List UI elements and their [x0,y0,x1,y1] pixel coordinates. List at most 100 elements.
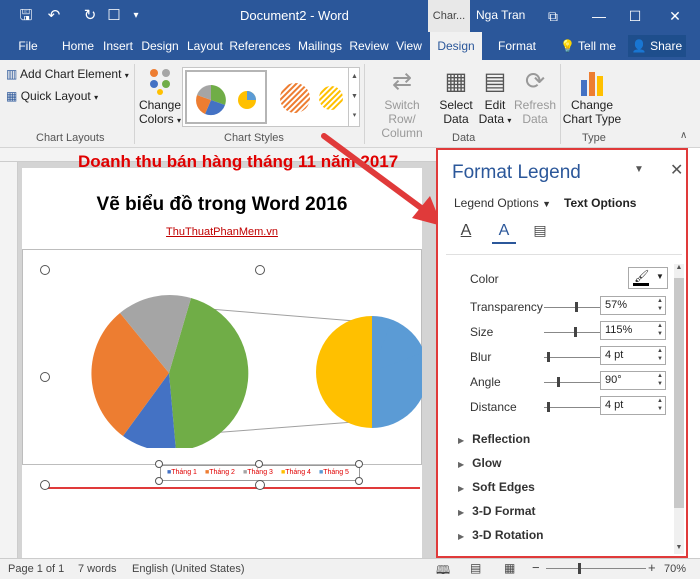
blur-slider[interactable] [544,357,600,358]
collapse-ribbon-icon[interactable]: ∧ [680,130,687,141]
transparency-slider[interactable] [544,307,600,308]
scroll-down-icon[interactable]: ▼ [674,544,684,554]
spin-arrows-icon[interactable]: ▲ ▼ [657,322,663,338]
reflection-section[interactable]: ▶ Reflection [458,432,530,446]
size-slider[interactable] [544,332,600,333]
spin-arrows-icon[interactable]: ▲ ▼ [657,372,663,388]
angle-slider[interactable] [544,382,600,383]
page-count[interactable]: Page 1 of 1 [8,563,64,575]
glow-section[interactable]: ▶ Glow [458,456,502,470]
resize-handle[interactable] [40,265,50,275]
tab-home[interactable]: Home [58,32,98,60]
language-indicator[interactable]: English (United States) [132,563,245,575]
document-link[interactable]: ThuThuatPhanMem.vn [22,226,422,238]
gallery-down-icon[interactable]: ▼ [349,87,360,107]
spin-arrows-icon[interactable]: ▲ ▼ [657,397,663,413]
change-chart-type-button[interactable]: Change Chart Type [562,66,622,126]
legend-handle[interactable] [155,477,163,485]
legend-handle[interactable] [155,460,163,468]
customize-toolbar-icon[interactable]: ▾ [126,6,146,26]
tab-design[interactable]: Design [139,32,181,60]
transparency-spinbox[interactable]: 57% ▲ ▼ [600,296,666,315]
minimize-icon[interactable]: — [584,5,614,27]
pane-scroll-thumb[interactable] [674,278,684,508]
zoom-level[interactable]: 70% [664,563,686,575]
size-spinbox[interactable]: 115% ▲ ▼ [600,321,666,340]
pie-slice[interactable] [316,316,372,428]
save-icon[interactable]: 🖫 [16,6,36,26]
scroll-up-icon[interactable]: ▲ [674,264,684,274]
tab-chart-format[interactable]: Format [490,32,544,60]
legend-entry-1[interactable]: ■Tháng 1 [167,469,197,476]
tab-mailings[interactable]: Mailings [294,32,346,60]
resize-handle[interactable] [255,480,265,490]
edit-data-button[interactable]: ▤ Edit Data ▾ [478,66,512,128]
textbox-icon[interactable]: ▤ [528,222,552,244]
change-colors-button[interactable]: Change Colors ▾ [138,66,182,128]
document-heading[interactable]: Vẽ biểu đồ trong Word 2016 [22,194,422,216]
legend-handle[interactable] [355,460,363,468]
legend-options-tab[interactable]: Legend Options ▼ [454,196,551,210]
add-chart-element-button[interactable]: ▥ Add Chart Element ▾ [6,67,129,83]
legend-entry-5[interactable]: ■Tháng 5 [319,469,349,476]
tab-view[interactable]: View [393,32,425,60]
vertical-ruler[interactable] [0,162,18,558]
user-name[interactable]: Nga Tran [476,8,525,22]
new-doc-icon[interactable]: ☐ [104,6,124,26]
ribbon-display-icon[interactable]: ⧉ [538,5,568,27]
quick-layout-button[interactable]: ▦ Quick Layout ▾ [6,89,98,105]
select-data-button[interactable]: ▦ Select Data [438,66,474,126]
legend-entry-2[interactable]: ■Tháng 2 [205,469,235,476]
pie-of-pie-chart[interactable] [22,288,422,448]
word-count[interactable]: 7 words [78,563,117,575]
redo-icon[interactable]: ↻ [80,6,100,26]
gallery-up-icon[interactable]: ▲ [349,67,360,87]
tab-file[interactable]: File [12,32,44,60]
zoom-slider[interactable] [546,568,646,569]
3d-rotation-section[interactable]: ▶ 3-D Rotation [458,528,543,542]
distance-slider-thumb[interactable] [547,402,550,412]
color-picker-button[interactable]: 🖌 ▼ [628,267,668,289]
tab-chart-design[interactable]: Design [430,32,482,60]
undo-icon[interactable]: ↶ [44,6,64,26]
blur-spinbox[interactable]: 4 pt ▲ ▼ [600,346,666,365]
switch-row-column-button[interactable]: ⇄ Switch Row/ Column [370,66,434,140]
share-button[interactable]: 👤 Share [628,35,686,57]
text-options-tab[interactable]: Text Options [564,196,636,210]
spin-arrows-icon[interactable]: ▲ ▼ [657,297,663,313]
transparency-slider-thumb[interactable] [575,302,578,312]
legend-entry-4[interactable]: ■Tháng 4 [281,469,311,476]
zoom-in-icon[interactable]: + [648,560,656,575]
zoom-out-icon[interactable]: − [532,560,540,575]
resize-handle[interactable] [40,372,50,382]
angle-slider-thumb[interactable] [557,377,560,387]
legend-entry-3[interactable]: ■Tháng 3 [243,469,273,476]
soft-edges-section[interactable]: ▶ Soft Edges [458,480,535,494]
distance-spinbox[interactable]: 4 pt ▲ ▼ [600,396,666,415]
tab-review[interactable]: Review [348,32,390,60]
resize-handle[interactable] [40,480,50,490]
maximize-icon[interactable]: ☐ [620,5,650,27]
tab-references[interactable]: References [229,32,291,60]
tab-insert[interactable]: Insert [100,32,136,60]
tab-layout[interactable]: Layout [184,32,226,60]
chart-style-thumb-2[interactable] [269,70,351,124]
close-icon[interactable]: ✕ [660,5,690,27]
chart-style-thumb-1[interactable] [185,70,267,124]
gallery-scroll[interactable]: ▲ ▼ ▾ [348,67,360,127]
angle-spinbox[interactable]: 90° ▲ ▼ [600,371,666,390]
refresh-data-button[interactable]: ⟳ Refresh Data [514,66,556,126]
gallery-more-icon[interactable]: ▾ [349,107,360,125]
text-effects-icon[interactable]: A [492,222,516,244]
legend-handle[interactable] [355,477,363,485]
pane-options-icon[interactable]: ▼ [634,164,644,175]
distance-slider[interactable] [544,407,600,408]
print-layout-icon[interactable]: ▤ [470,561,481,575]
zoom-slider-thumb[interactable] [578,563,581,574]
chart-styles-gallery[interactable] [182,67,360,127]
legend-handle[interactable] [255,460,263,468]
blur-slider-thumb[interactable] [547,352,550,362]
chart-title[interactable]: Doanh thu bán hàng tháng 11 năm 2017 [78,152,438,172]
pane-close-icon[interactable]: ✕ [670,160,683,180]
tell-me-search[interactable]: 💡 Tell me [552,32,624,60]
